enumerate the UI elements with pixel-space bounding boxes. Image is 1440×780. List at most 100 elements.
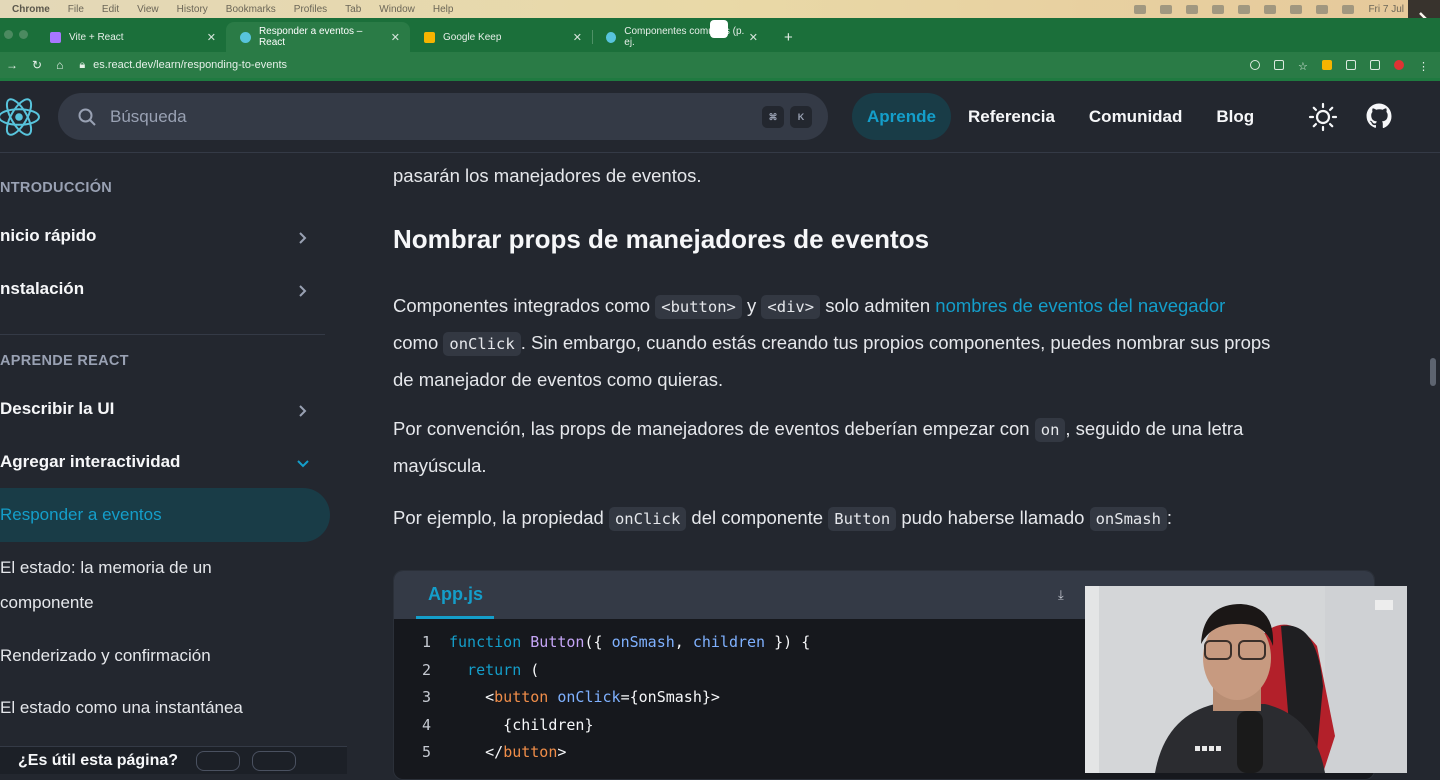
sidebar-item-installation[interactable]: nstalación: [0, 279, 330, 299]
forward-icon[interactable]: →: [6, 58, 18, 72]
close-tab-icon[interactable]: ✕: [207, 31, 216, 44]
star-icon[interactable]: ☆: [1298, 60, 1308, 73]
wifi-icon[interactable]: [1290, 4, 1303, 14]
keyboard-icon[interactable]: [1238, 4, 1251, 14]
chevron-right-icon[interactable]: [297, 285, 309, 297]
vite-icon: [50, 31, 61, 43]
home-icon[interactable]: ⌂: [56, 58, 63, 72]
battery-icon[interactable]: [1264, 4, 1277, 14]
paragraph-3: Por ejemplo, la propiedad onClick del co…: [393, 500, 1378, 537]
sidebar-item-respond-events[interactable]: Responder a eventos: [0, 488, 330, 542]
sidebar-item-state-snapshot[interactable]: El estado como una instantánea: [0, 690, 330, 725]
thumbs-up-button[interactable]: [196, 750, 241, 771]
bluetooth-icon[interactable]: [1212, 4, 1225, 14]
chevron-right-icon[interactable]: [297, 405, 309, 417]
macos-menubar: Chrome File Edit View History Bookmarks …: [0, 0, 1440, 18]
nav-blog[interactable]: Blog: [1199, 93, 1271, 140]
new-tab-icon[interactable]: +: [784, 22, 793, 52]
status-icon[interactable]: [1160, 4, 1173, 14]
menu-dots-icon[interactable]: ⋮: [1418, 60, 1429, 73]
browser-tab[interactable]: Componentes comunes (p. ej. ✕: [592, 22, 768, 52]
close-tab-icon[interactable]: ✕: [573, 31, 582, 44]
menu-file[interactable]: File: [68, 4, 84, 15]
code-line: 5 </button>: [394, 739, 1094, 767]
inline-code: onSmash: [1089, 507, 1167, 531]
menu-profiles[interactable]: Profiles: [294, 4, 327, 15]
browser-tab-active[interactable]: Responder a eventos – React ✕: [226, 22, 410, 52]
sidebar-item-label: El estado como una instantánea: [0, 698, 243, 717]
close-tab-icon[interactable]: ✕: [391, 31, 400, 44]
react-favicon-icon: [606, 31, 617, 43]
github-icon[interactable]: [1366, 103, 1392, 129]
chevron-down-icon[interactable]: [297, 458, 309, 470]
search-bar[interactable]: Búsqueda ⌘ K: [58, 93, 828, 140]
address-bar-row: → ↻ ⌂ 🔒︎ es.react.dev/learn/responding-t…: [0, 52, 1440, 78]
sidebar-item-label: El estado: la memoria de un: [0, 558, 212, 577]
close-window-icon[interactable]: [4, 30, 13, 39]
window-controls: [4, 30, 28, 39]
paragraph-2: Por convención, las props de manejadores…: [393, 411, 1378, 483]
text: Componentes integrados como: [393, 295, 656, 316]
minimize-window-icon[interactable]: [19, 30, 28, 39]
profile-avatar[interactable]: [1394, 60, 1404, 70]
puzzle-icon[interactable]: [1346, 60, 1356, 70]
sidebar-item-quick-start[interactable]: nicio rápido: [0, 226, 330, 246]
text: del componente: [686, 507, 829, 528]
react-logo-icon[interactable]: [0, 95, 42, 139]
scrollbar-thumb[interactable]: [1430, 358, 1436, 386]
menu-history[interactable]: History: [177, 4, 208, 15]
kbd-k: K: [790, 106, 812, 128]
control-center-icon[interactable]: [1342, 4, 1355, 14]
sidebar-item-render-commit[interactable]: Renderizado y confirmación: [0, 638, 330, 673]
status-icons: Fri 7 Jul: [1134, 4, 1440, 15]
share-icon[interactable]: [1274, 60, 1284, 70]
sidebar-item-describe-ui[interactable]: Describir la UI: [0, 399, 330, 419]
line-number: 4: [421, 715, 431, 734]
chevron-right-icon[interactable]: [297, 232, 309, 244]
feedback-label: ¿Es útil esta página?: [18, 751, 179, 769]
text: pudo haberse llamado: [896, 507, 1090, 528]
active-tab-indicator: [416, 616, 494, 619]
line-number: 2: [421, 660, 431, 679]
browser-tab[interactable]: Google Keep ✕: [410, 22, 593, 52]
nav-reference[interactable]: Referencia: [951, 93, 1072, 140]
browser-tab[interactable]: Vite + React ✕: [36, 22, 227, 52]
sun-icon[interactable]: [1308, 102, 1338, 132]
menu-help[interactable]: Help: [433, 4, 454, 15]
sidebar-item-label: Renderizado y confirmación: [0, 646, 211, 665]
menu-chrome[interactable]: Chrome: [12, 4, 50, 15]
menu-bookmarks[interactable]: Bookmarks: [226, 4, 276, 15]
sidebar-item-label: Agregar interactividad: [0, 452, 181, 471]
browser-events-link[interactable]: nombres de eventos del navegador: [935, 295, 1225, 316]
sidepanel-icon[interactable]: [1370, 60, 1380, 70]
volume-icon[interactable]: [1186, 4, 1199, 14]
menu-view[interactable]: View: [137, 4, 159, 15]
status-icon[interactable]: [1134, 4, 1147, 14]
text: :: [1166, 507, 1173, 528]
close-tab-icon[interactable]: ✕: [749, 31, 758, 44]
clock[interactable]: Fri 7 Jul: [1368, 4, 1404, 15]
thumbs-down-button[interactable]: [252, 750, 297, 771]
url-field[interactable]: 🔒︎ es.react.dev/learn/responding-to-even…: [79, 59, 287, 72]
menu-window[interactable]: Window: [379, 4, 415, 15]
menu-tab[interactable]: Tab: [345, 4, 361, 15]
browser-tabstrip: Vite + React ✕ Responder a eventos – Rea…: [0, 18, 1440, 52]
code-line: 3 <button onClick={onSmash}>: [394, 684, 1094, 712]
menu-edit[interactable]: Edit: [102, 4, 119, 15]
section-heading: Nombrar props de manejadores de eventos: [393, 224, 930, 254]
nav-learn[interactable]: Aprende: [852, 93, 951, 140]
toolbar-icons: ☆ ⋮: [1250, 60, 1440, 73]
sidebar-item-state-memory[interactable]: El estado: la memoria de un componente: [0, 550, 330, 620]
zoom-icon[interactable]: [1250, 60, 1260, 70]
picture-in-picture-icon[interactable]: [710, 20, 728, 38]
file-tab[interactable]: App.js: [428, 584, 483, 605]
spotlight-icon[interactable]: [1316, 4, 1329, 14]
reload-icon[interactable]: ↻: [32, 58, 42, 72]
paragraph-prev: pasarán los manejadores de eventos.: [393, 165, 702, 186]
sidebar-item-add-interactivity[interactable]: Agregar interactividad: [0, 452, 330, 472]
nav-community[interactable]: Comunidad: [1072, 93, 1200, 140]
feedback-bar: ¿Es útil esta página?: [0, 746, 347, 774]
inline-code: <button>: [655, 295, 742, 319]
download-icon[interactable]: ⤓: [1058, 587, 1064, 603]
extension-icon[interactable]: [1322, 60, 1332, 70]
